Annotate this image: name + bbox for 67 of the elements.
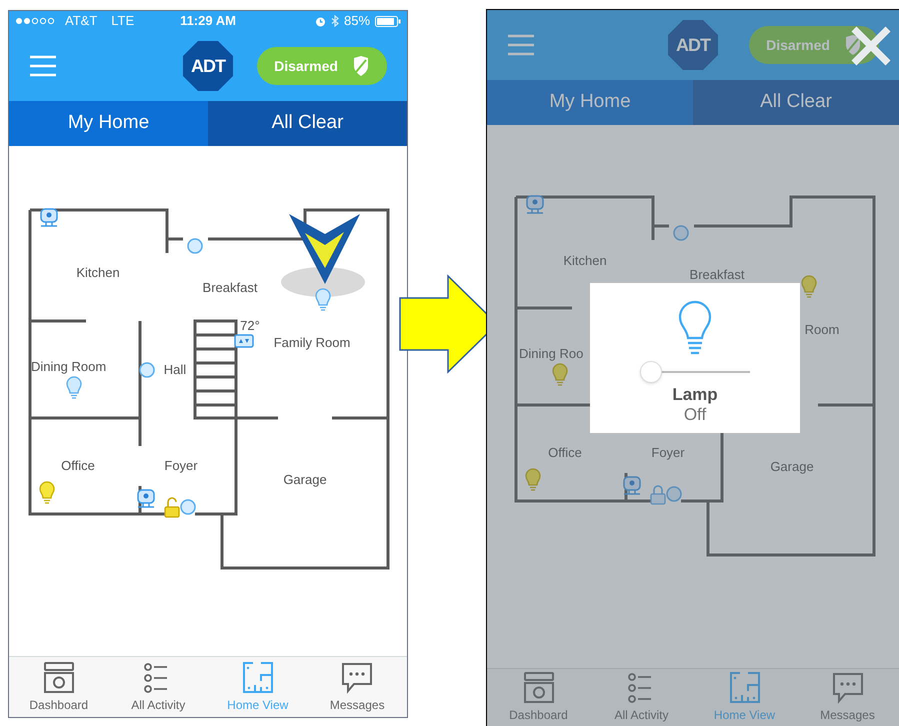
room-label: Family Room: [274, 335, 350, 350]
carrier-name: AT&T: [65, 12, 98, 30]
chat-icon: [830, 671, 864, 704]
lightbulb-icon[interactable]: [525, 468, 541, 491]
disarmed-button[interactable]: Disarmed: [749, 26, 879, 64]
clock-time: 11:29 AM: [179, 12, 237, 30]
room-label: Kitchen: [563, 253, 607, 268]
room-label: Garage: [770, 459, 814, 474]
tab[interactable]: All Clear: [208, 101, 407, 146]
tab-bar-item[interactable]: Messages: [308, 657, 407, 717]
tab-bar-item[interactable]: Home View: [693, 669, 796, 726]
tab[interactable]: All Clear: [693, 80, 899, 125]
battery-percentage: 85%: [344, 12, 370, 30]
tab-bar-item[interactable]: Dashboard: [487, 669, 590, 726]
tab[interactable]: My Home: [487, 80, 693, 125]
tab-bar-item[interactable]: All Activity: [108, 657, 208, 717]
floor-plan-icon: [240, 660, 275, 694]
room-label: Room: [804, 322, 840, 337]
lightbulb-icon[interactable]: [552, 363, 568, 386]
room-label: Garage: [283, 472, 327, 487]
device-state: Off: [684, 405, 706, 425]
slider-thumb[interactable]: [640, 361, 662, 383]
logo: ADT: [668, 20, 718, 70]
room-label: Kitchen: [76, 265, 120, 280]
bluetooth-icon: [330, 15, 339, 27]
thermostat-icon[interactable]: [234, 334, 254, 348]
room-label: Breakfast: [202, 280, 258, 295]
lock-icon[interactable]: [164, 497, 180, 518]
sensor-icon[interactable]: [139, 362, 155, 378]
lightbulb-icon[interactable]: [39, 481, 55, 504]
tab[interactable]: My Home: [9, 101, 208, 146]
camera-icon[interactable]: [623, 476, 641, 495]
room-label: Dining Room: [31, 359, 106, 374]
menu-icon[interactable]: [29, 55, 57, 77]
close-icon[interactable]: [849, 24, 893, 68]
dashboard-icon: [42, 660, 76, 694]
room-label: Office: [548, 445, 582, 460]
menu-icon[interactable]: [507, 34, 535, 56]
camera-icon[interactable]: [137, 489, 155, 508]
lightbulb-icon[interactable]: [66, 376, 82, 399]
shield-icon: [352, 55, 370, 77]
room-label: Dining Roo: [519, 346, 584, 361]
device-name: Lamp: [672, 385, 718, 405]
temperature-reading: 72°: [240, 318, 260, 333]
network-type: LTE: [111, 12, 134, 30]
logo: ADT: [183, 41, 233, 91]
battery-icon: [375, 16, 402, 26]
disarmed-button[interactable]: Disarmed: [257, 47, 387, 85]
lightbulb-icon[interactable]: [315, 288, 331, 311]
camera-icon[interactable]: [40, 208, 58, 227]
lock-icon[interactable]: [650, 485, 666, 505]
tab-bar-item[interactable]: All Activity: [590, 669, 693, 726]
room-label: Office: [61, 458, 95, 473]
room-label: Foyer: [164, 458, 198, 473]
camera-icon[interactable]: [526, 195, 544, 214]
chat-icon: [340, 660, 374, 694]
shield-icon: [844, 34, 862, 56]
room-label: Hall: [164, 362, 186, 377]
tab-bar-item[interactable]: Dashboard: [9, 657, 108, 717]
room-label: Breakfast: [690, 267, 744, 282]
tab-bar-item[interactable]: Messages: [796, 669, 899, 726]
lightbulb-icon[interactable]: [801, 275, 817, 298]
floor-plan-icon: [728, 671, 762, 704]
tab-bar-item[interactable]: Home View: [208, 657, 308, 717]
alarm-clock-icon: [314, 16, 326, 26]
dashboard-icon: [522, 671, 556, 704]
room-label: Foyer: [651, 445, 685, 460]
